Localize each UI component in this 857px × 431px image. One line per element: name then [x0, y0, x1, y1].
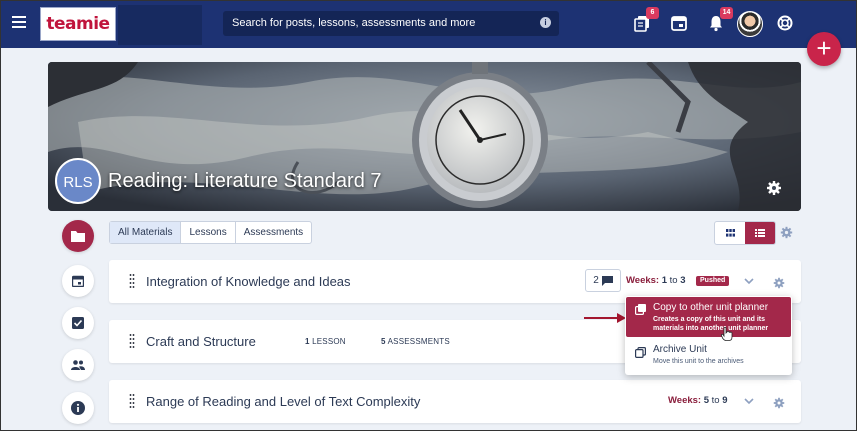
unit-card[interactable]: Range of Reading and Level of Text Compl…: [109, 380, 801, 423]
drag-handle-icon[interactable]: [129, 334, 135, 348]
unit-title[interactable]: Integration of Knowledge and Ideas: [146, 274, 351, 289]
archive-option-title: Archive Unit: [653, 344, 707, 355]
week-start: 5: [703, 395, 710, 406]
info-icon[interactable]: i: [540, 17, 551, 28]
tab-lessons[interactable]: Lessons: [181, 222, 236, 243]
weeks-label: Weeks:: [668, 395, 702, 406]
unit-title[interactable]: Craft and Structure: [146, 334, 256, 349]
weeks-label: Weeks:: [626, 275, 660, 286]
week-end: 3: [680, 275, 686, 286]
copy-icon: [635, 304, 646, 315]
tab-all-materials[interactable]: All Materials: [110, 222, 182, 243]
menu-icon[interactable]: [12, 16, 26, 30]
add-button[interactable]: +: [807, 32, 841, 66]
search-placeholder: Search for posts, lessons, assessments a…: [232, 17, 476, 29]
search-input[interactable]: Search for posts, lessons, assessments a…: [223, 11, 559, 36]
nav-spacer: [118, 5, 202, 45]
list-icon: [755, 229, 765, 237]
lesson-count-value: 1: [305, 337, 310, 346]
assessment-count-value: 5: [381, 337, 386, 346]
chevron-down-icon[interactable]: [744, 273, 754, 285]
list-view-button[interactable]: [745, 222, 775, 244]
help-lifebuoy-icon[interactable]: [776, 14, 796, 34]
hand-cursor-icon: [721, 327, 733, 341]
week-to: to: [669, 275, 678, 286]
posts-badge: 6: [646, 7, 659, 19]
archive-icon: [635, 347, 646, 358]
tab-assessments[interactable]: Assessments: [236, 222, 311, 243]
top-navigation-bar: teamie Search for posts, lessons, assess…: [1, 1, 856, 48]
lesson-count: 1 LESSON: [305, 337, 346, 346]
calendar-icon: [72, 275, 84, 287]
unit-title[interactable]: Range of Reading and Level of Text Compl…: [146, 394, 420, 409]
grid-icon: [725, 229, 735, 237]
week-end: 9: [722, 395, 728, 406]
page-title: Reading: Literature Standard 7: [108, 170, 382, 192]
info-icon: [71, 401, 85, 415]
bell-icon[interactable]: 14: [707, 7, 733, 34]
unit-settings-gear-icon[interactable]: [773, 396, 785, 409]
comment-count: 2: [593, 275, 599, 286]
course-avatar: RLS: [55, 158, 101, 204]
folder-icon: [71, 231, 85, 242]
unit-settings-gear-icon[interactable]: [773, 276, 785, 289]
calendar-icon[interactable]: [670, 14, 690, 34]
chevron-down-icon[interactable]: [744, 393, 754, 405]
lesson-count-label: LESSON: [312, 337, 346, 346]
posts-icon[interactable]: 6: [633, 7, 659, 34]
info-button[interactable]: [62, 392, 94, 424]
comments-button[interactable]: 2: [585, 269, 621, 292]
archive-unit-option[interactable]: Archive Unit Move this unit to the archi…: [626, 340, 791, 373]
people-button[interactable]: [62, 349, 94, 381]
checkbox-icon: [72, 317, 84, 329]
unit-actions-menu: Copy to other unit planner Creates a cop…: [625, 296, 792, 375]
logo[interactable]: teamie: [40, 7, 116, 41]
view-toggle: [714, 221, 776, 245]
calendar-button[interactable]: [62, 265, 94, 297]
material-filter-tabs: All Materials Lessons Assessments: [109, 221, 313, 244]
annotation-arrow: [584, 313, 626, 323]
assessment-count: 5 ASSESSMENTS: [381, 337, 450, 346]
avatar[interactable]: [737, 11, 763, 37]
copy-to-other-unit-planner-option[interactable]: Copy to other unit planner Creates a cop…: [626, 297, 791, 337]
unit-weeks: Weeks: 5 to 9: [668, 395, 728, 406]
people-icon: [71, 360, 85, 370]
logo-text: teamie: [46, 14, 110, 34]
archive-option-description: Move this unit to the archives: [653, 358, 744, 365]
notifications-badge: 14: [720, 7, 733, 19]
drag-handle-icon[interactable]: [129, 394, 135, 408]
materials-folder-button[interactable]: [62, 220, 94, 252]
unit-weeks: Weeks: 1 to 3: [626, 275, 686, 286]
drag-handle-icon[interactable]: [129, 274, 135, 288]
planner-settings-gear-icon[interactable]: [780, 226, 793, 239]
grid-view-button[interactable]: [715, 222, 745, 244]
banner-settings-gear-icon[interactable]: [766, 180, 782, 196]
comment-icon: [601, 275, 613, 286]
week-to: to: [711, 395, 720, 406]
copy-option-title: Copy to other unit planner: [653, 302, 769, 313]
week-start: 1: [661, 275, 668, 286]
copy-option-description: Creates a copy of this unit and its mate…: [653, 316, 769, 332]
assessments-button[interactable]: [62, 307, 94, 339]
assessment-count-label: ASSESSMENTS: [387, 337, 450, 346]
status-badge: Pushed: [696, 276, 730, 286]
